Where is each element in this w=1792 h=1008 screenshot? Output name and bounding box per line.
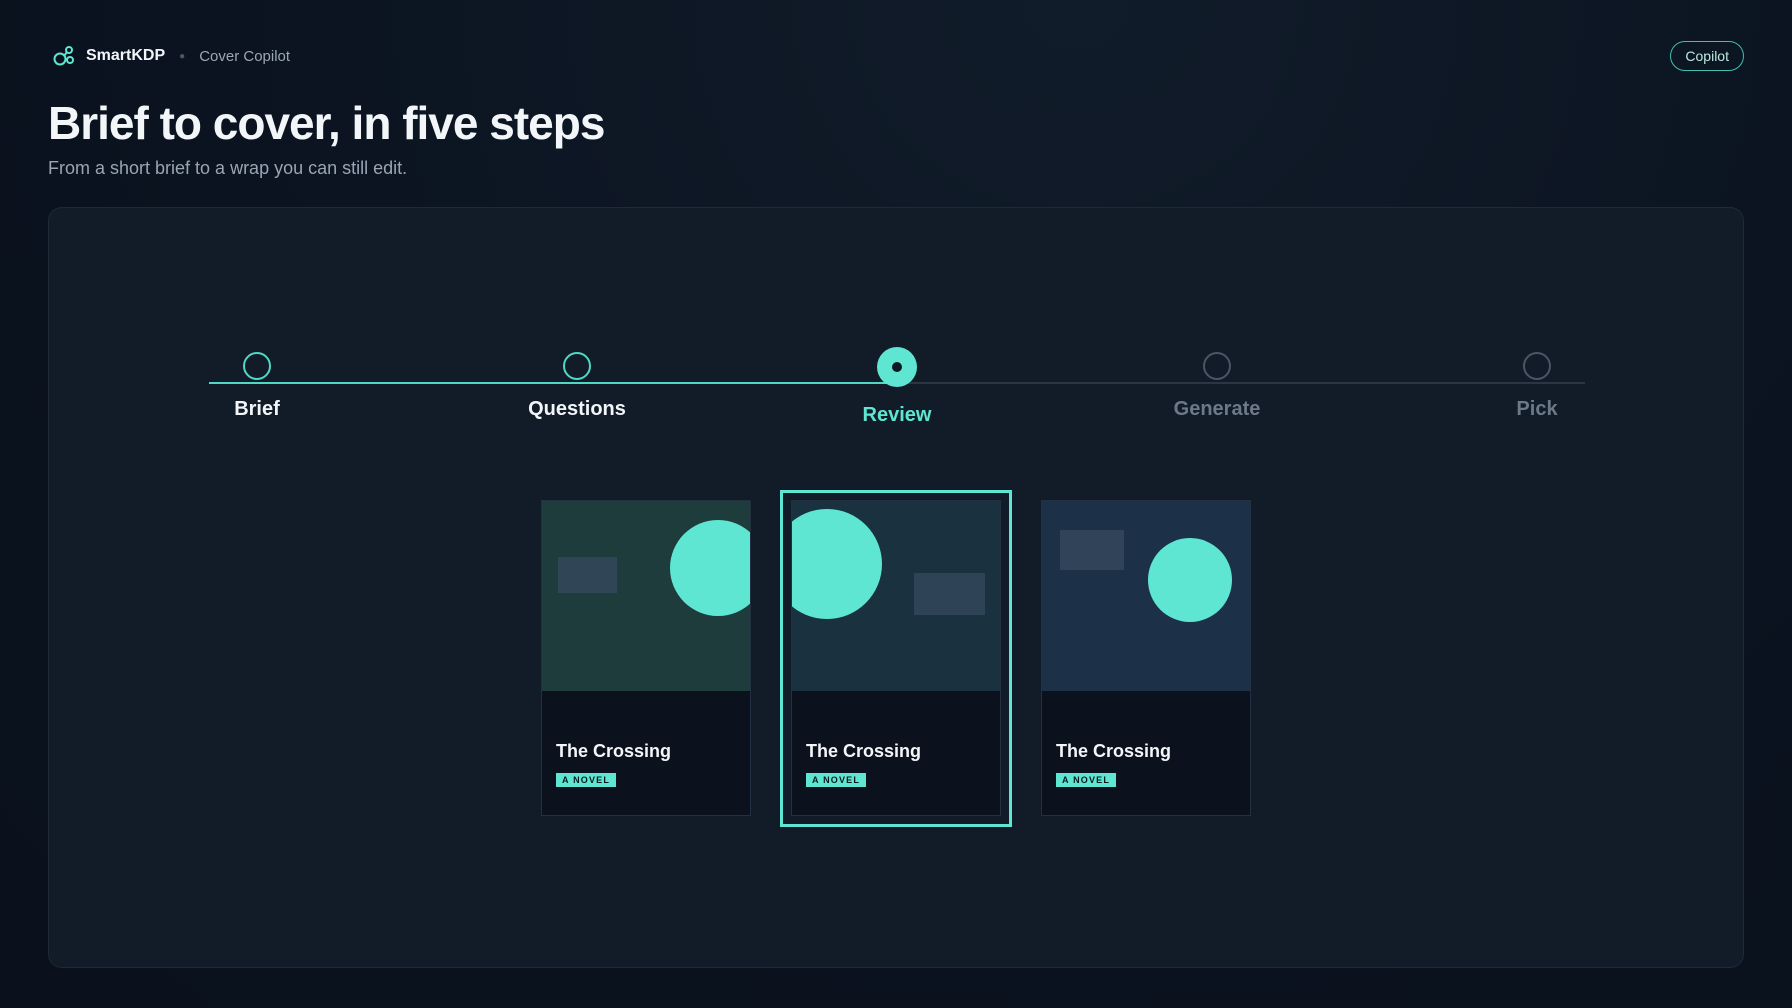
step-dot [1203, 352, 1231, 380]
cover-option-2[interactable]: The Crossing A NOVEL [791, 500, 1001, 816]
step-label: Review [862, 404, 932, 426]
step-label: Questions [528, 398, 626, 420]
art-rect [914, 573, 985, 615]
cover-option-1[interactable]: The Crossing A NOVEL [541, 500, 751, 816]
step-label: Pick [1516, 398, 1558, 420]
top-bar: SmartKDP ● Cover Copilot [52, 44, 290, 68]
cover-option-3[interactable]: The Crossing A NOVEL [1041, 500, 1251, 816]
art-circle [670, 520, 750, 616]
art-circle [1148, 538, 1232, 622]
stepper-progress [209, 382, 897, 384]
art-rect [1060, 530, 1124, 570]
page-title: Brief to cover, in five steps [48, 97, 605, 149]
copilot-button[interactable]: Copilot [1670, 41, 1744, 71]
cover-art [542, 501, 750, 691]
cover-title: The Crossing [806, 741, 922, 761]
cover-art [1042, 501, 1250, 691]
cover-title: The Crossing [556, 741, 672, 761]
step-label: Brief [234, 398, 280, 420]
art-circle [792, 509, 882, 619]
step-dot [1523, 352, 1551, 380]
cover-badge: A NOVEL [556, 773, 617, 787]
art-rect [558, 557, 617, 593]
page-subtitle: From a short brief to a wrap you can sti… [48, 158, 408, 178]
separator-dot: ● [179, 50, 186, 62]
step-dot [563, 352, 591, 380]
logo-icon [52, 44, 76, 68]
cover-art [792, 501, 1000, 691]
cover-badge: A NOVEL [1056, 773, 1117, 787]
brand-name: SmartKDP [86, 47, 166, 64]
product-name: Cover Copilot [199, 47, 291, 65]
step-label: Generate [1173, 398, 1261, 420]
step-dot-active [877, 347, 917, 387]
cover-badge: A NOVEL [806, 773, 867, 787]
step-dot [243, 352, 271, 380]
cover-title: The Crossing [1056, 741, 1172, 761]
